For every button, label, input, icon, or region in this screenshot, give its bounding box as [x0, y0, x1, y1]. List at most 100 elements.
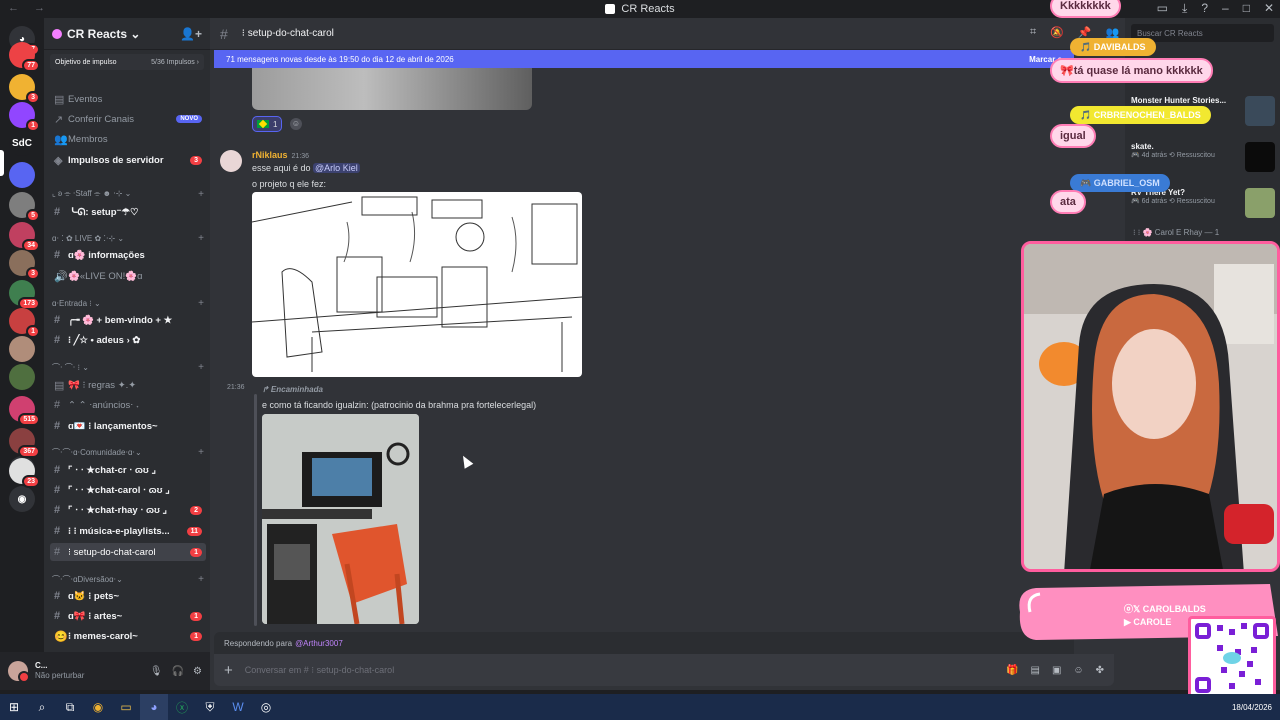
headphones-icon[interactable]: 🎧	[172, 666, 184, 677]
channel-category[interactable]: ⌒⋅ ⌒⋅ ⁝ ⌄ +	[52, 360, 204, 374]
create-channel-plus-icon[interactable]: +	[198, 189, 204, 200]
sticker-icon[interactable]: ▣	[1052, 665, 1061, 676]
mention-badge: 1	[190, 631, 202, 641]
obs-icon[interactable]: ◎	[252, 694, 280, 720]
settings-gear-icon[interactable]: ⚙	[193, 666, 202, 677]
server-icon[interactable]: 3	[9, 250, 40, 280]
reaction-brazil-flag[interactable]: 1	[252, 116, 283, 132]
message-composer[interactable]: + Conversar em # ⁝ setup-do-chat-carol 🎁…	[214, 654, 1114, 686]
message-author[interactable]: rNiklaus	[252, 150, 288, 160]
sidebar-channel-item[interactable]: 🔊 🌸«LIVE ON!🌸ɑ	[50, 267, 206, 285]
threads-icon[interactable]: ⌗	[1030, 26, 1036, 39]
server-icon[interactable]: SdC	[9, 130, 35, 156]
reply-user[interactable]: @Arthur3007	[295, 639, 343, 648]
sidebar-channel-item[interactable]: # ╭╼ 🌸 + bem-vindo + ★	[50, 311, 206, 329]
sidebar-channel-item[interactable]: # ɑ🌸 informações	[50, 246, 206, 264]
channel-category[interactable]: ɑ⋅ ⁚ ✿ LIVE ✿ ⁚⋅⊹ ⌄ +	[52, 231, 204, 245]
xbox-icon[interactable]: ⓧ	[168, 694, 196, 720]
search-icon[interactable]: ⌕	[28, 694, 56, 720]
explore-icon[interactable]: ◉	[9, 486, 35, 512]
server-icon[interactable]: 77	[9, 42, 40, 72]
create-channel-plus-icon[interactable]: +	[198, 233, 204, 244]
sidebar-channel-item[interactable]: # ╰ᘏ: setup⁻☂♡	[50, 203, 206, 221]
file-explorer-icon[interactable]: ▭	[112, 694, 140, 720]
server-icon[interactable]: 367	[9, 428, 40, 458]
security-shield-icon[interactable]: ⛨	[196, 694, 224, 720]
create-channel-plus-icon[interactable]: +	[198, 362, 204, 373]
channel-category[interactable]: ɑ⋅Entrada ⁝ ⌄ +	[52, 296, 204, 310]
channel-label: ɑ🎀 ⁝ artes~	[68, 610, 123, 622]
gif-icon[interactable]: ▤	[1030, 665, 1039, 676]
server-icon[interactable]	[9, 336, 35, 362]
chrome-icon[interactable]: ◉	[84, 694, 112, 720]
server-icon[interactable]	[9, 364, 35, 390]
create-channel-plus-icon[interactable]: +	[198, 298, 204, 309]
sidebar-channel-item[interactable]: ▤ Eventos	[50, 90, 206, 108]
sidebar-channel-item[interactable]: ↗ Conferir Canais NOVO	[50, 110, 206, 128]
server-icon[interactable]: 5	[9, 192, 40, 222]
create-channel-plus-icon[interactable]: +	[198, 574, 204, 585]
channel-title: ⁝ setup-do-chat-carol	[241, 28, 334, 39]
channel-category[interactable]: ⌒⋅⌒⋅ɑ⋅Comunidade⋅ɑ⋅⌄ +	[52, 445, 204, 459]
composer-placeholder[interactable]: Conversar em # ⁝ setup-do-chat-carol	[245, 665, 394, 676]
sidebar-channel-item[interactable]: # ⁝ ╱☆ • adeus › ✿	[50, 331, 206, 349]
server-icon[interactable]: 3	[9, 74, 40, 104]
message-avatar[interactable]	[220, 150, 242, 172]
server-icon[interactable]: 1	[9, 308, 40, 338]
sidebar-channel-item[interactable]: # ɑ💌 ⁝ lançamentos~	[50, 417, 206, 435]
server-icon[interactable]	[9, 162, 35, 188]
activity-item[interactable]: skate. 🎮 4d atrás ⟲ Ressuscitou	[1131, 142, 1275, 176]
sketch-image-attachment[interactable]	[252, 192, 582, 377]
channel-category[interactable]: ⌞ ʚ ⌯ ⋅Staff ⌯ ☻ ⋅⊹ ⌄ +	[52, 187, 204, 201]
sidebar-channel-item[interactable]: 👥 Membros	[50, 130, 206, 148]
emoji-icon[interactable]: ☺	[1073, 665, 1083, 676]
download-icon[interactable]: ⤓	[1182, 1, 1187, 16]
sidebar-channel-item[interactable]: ◈ Impulsos de servidor 3	[50, 151, 206, 169]
webcam-feed	[1021, 241, 1280, 572]
create-channel-plus-icon[interactable]: +	[198, 447, 204, 458]
microphone-icon[interactable]: 🎙	[150, 666, 163, 677]
sidebar-channel-item[interactable]: # ɑ🎀 ⁝ artes~ 1	[50, 607, 206, 625]
server-icon[interactable]: 173	[9, 280, 40, 310]
minimize-button[interactable]: –	[1222, 1, 1229, 16]
word-icon[interactable]: W	[224, 694, 252, 720]
user-mention[interactable]: @Arlo Kiel	[313, 163, 360, 173]
gift-icon[interactable]: 🎁	[1006, 665, 1018, 676]
add-reaction-icon[interactable]: ☺	[290, 118, 302, 130]
nav-arrows[interactable]: ← →	[8, 2, 51, 14]
discord-taskbar-icon[interactable]: ◕	[140, 694, 168, 720]
channel-category[interactable]: ⌒⋅⌒⋅ɑDiversãoɑ⋅⌄ +	[52, 572, 204, 586]
help-icon[interactable]: ?	[1201, 1, 1208, 16]
new-messages-bar[interactable]: 71 mensagens novas desde às 19:50 do dia…	[214, 50, 1074, 68]
sidebar-channel-item[interactable]: # ⌜ ⋅ ⋅ ★chat-cr ⋅ ɷʊ ⌟	[50, 461, 206, 479]
guild-header[interactable]: CR Reacts ⌄ 👤+	[44, 18, 210, 50]
task-view-icon[interactable]: ⧉	[56, 694, 84, 720]
server-icon[interactable]: 34	[9, 222, 40, 252]
previous-image-attachment[interactable]	[252, 68, 532, 110]
sidebar-channel-item[interactable]: 😊 ⁝ memes-carol~ 1	[50, 627, 206, 645]
activity-item[interactable]: RV There Yet? 🎮 6d atrás ⟲ Ressuscitou	[1131, 188, 1275, 222]
mute-icon[interactable]: 🔕	[1050, 26, 1064, 39]
server-icon[interactable]: 23	[9, 458, 40, 488]
apps-icon[interactable]: ✤	[1096, 665, 1104, 676]
sidebar-channel-item[interactable]: # ⌜ ⋅ ⋅ ★chat-rhay ⋅ ɷʊ ⌟ 2	[50, 501, 206, 519]
boost-goal-bar[interactable]: Objetivo de impulso 5/36 Impulsos ›	[50, 54, 204, 70]
sidebar-channel-item[interactable]: # ⌜ ⋅ ⋅ ★chat-carol ⋅ ɷʊ ⌟	[50, 481, 206, 499]
attach-plus-icon[interactable]: +	[224, 662, 233, 679]
windows-start-icon[interactable]: ⊞	[0, 694, 28, 720]
sidebar-channel-item[interactable]: # ⌃ ⌃ ⋅anúncios⋅ ˖	[50, 396, 206, 414]
sidebar-channel-item[interactable]: # ⁝ setup-do-chat-carol 1	[50, 543, 206, 561]
server-icon[interactable]: 515	[9, 396, 40, 426]
sidebar-channel-item[interactable]: # ⁝ ⁝ música-e-playlists... 11	[50, 522, 206, 540]
inbox-icon[interactable]: ▭	[1157, 1, 1168, 16]
sidebar-channel-item[interactable]: # ɑ🐱 ⁝ pets~	[50, 587, 206, 605]
sidebar-channel-item[interactable]: ▤ 🎀 ⁝ regras ✦.✦	[50, 376, 206, 394]
user-avatar[interactable]	[8, 661, 30, 683]
invite-icon[interactable]: 👤+	[180, 27, 202, 41]
brazil-flag-icon	[257, 120, 269, 128]
maximize-button[interactable]: □	[1243, 1, 1250, 16]
setup-photo-attachment[interactable]	[262, 414, 419, 624]
server-icon[interactable]: 1	[9, 102, 40, 132]
close-button[interactable]: ✕	[1264, 1, 1274, 16]
channel-label: ╭╼ 🌸 + bem-vindo + ★	[68, 314, 173, 326]
